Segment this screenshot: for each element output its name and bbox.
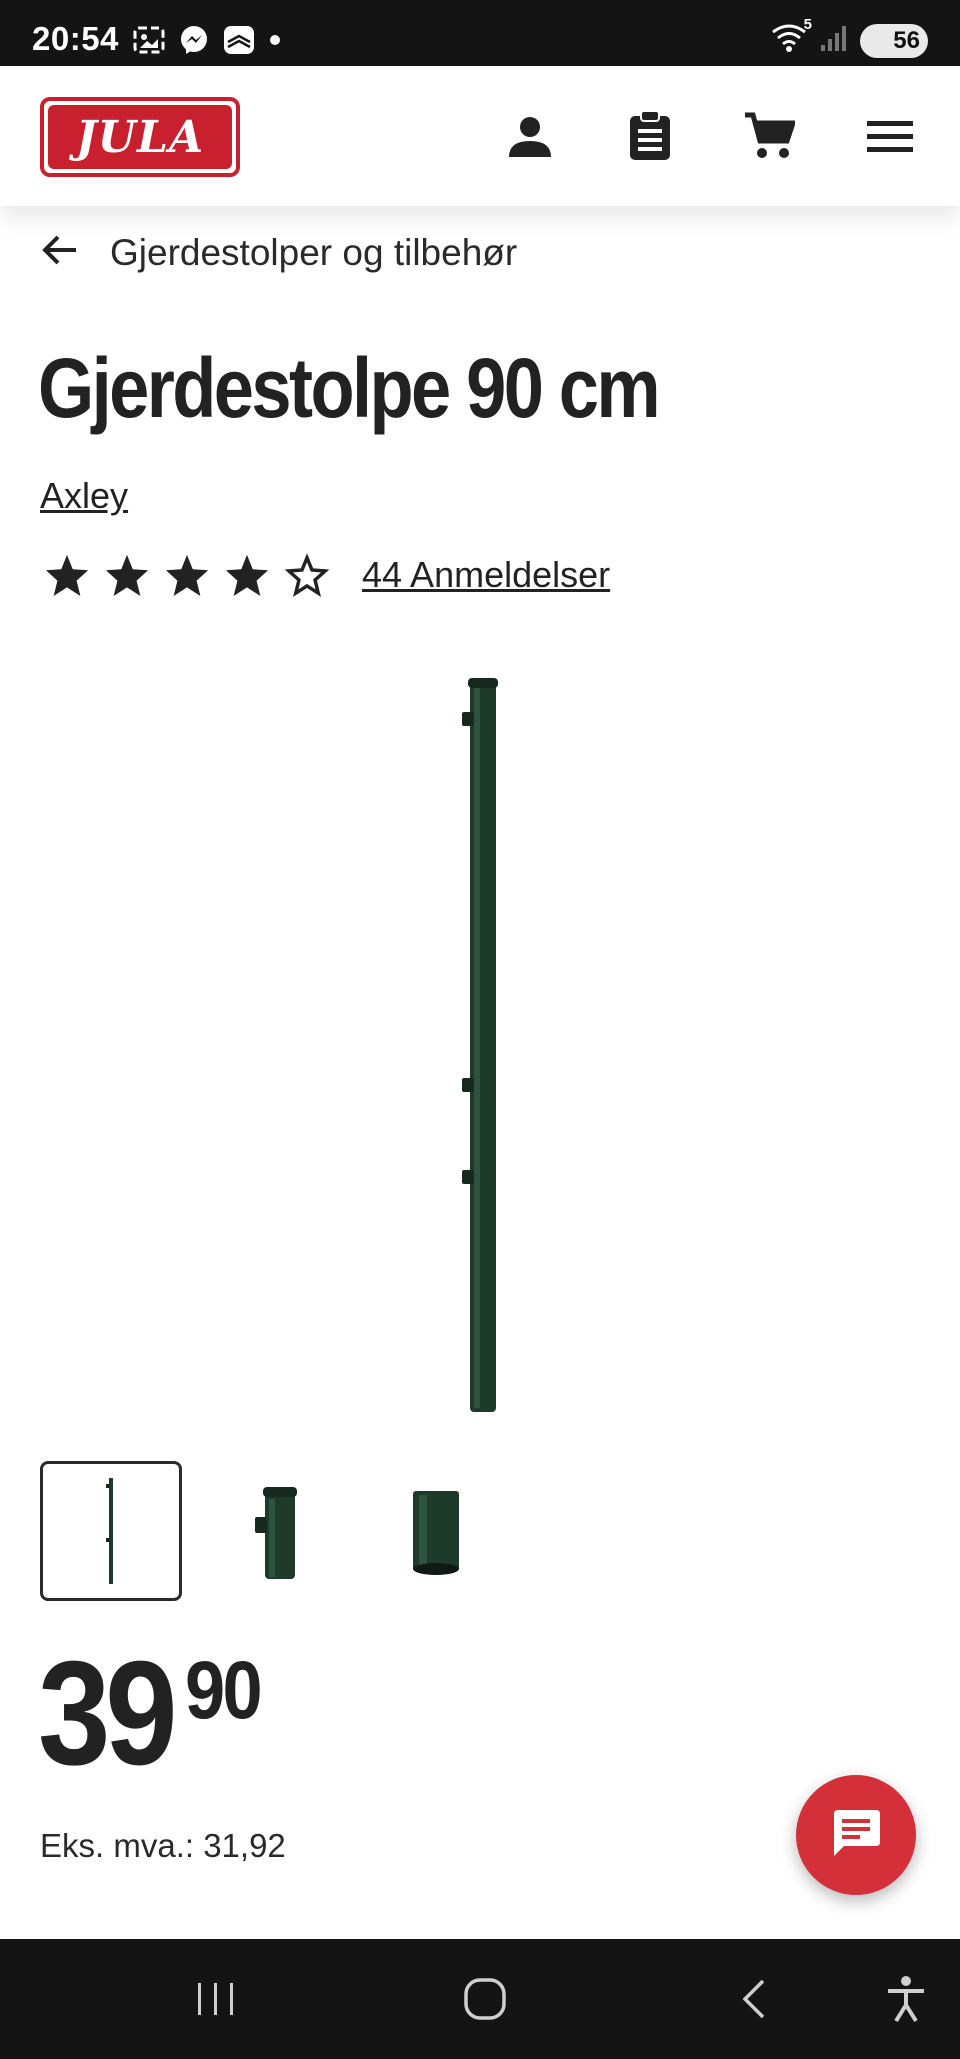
star-filled-icon: [165, 554, 209, 597]
gallery-icon: [132, 25, 166, 60]
clipboard-icon[interactable]: [620, 106, 680, 166]
recents-icon[interactable]: [186, 1974, 246, 2024]
product-title: Gjerdestolpe 90 cm: [38, 341, 661, 435]
app-icon: [222, 24, 256, 61]
cart-icon[interactable]: [739, 106, 799, 166]
battery-level: 56: [893, 26, 920, 54]
jula-logo[interactable]: JULA: [40, 97, 240, 177]
chat-icon: [830, 1808, 882, 1863]
site-header: JULA: [0, 66, 960, 206]
product-rating[interactable]: 44 Anmeldelser: [44, 553, 610, 597]
product-price: 39 90: [38, 1640, 270, 1788]
battery-icon: 56: [860, 23, 928, 58]
star-filled-icon: [105, 554, 149, 597]
wifi-label: 5: [803, 16, 812, 33]
price-ex-vat: Eks. mva.: 31,92: [40, 1827, 286, 1864]
system-nav-bar: [0, 1939, 960, 2059]
reviews-link[interactable]: 44 Anmeldelser: [362, 554, 610, 596]
logo-text: JULA: [48, 105, 232, 169]
star-filled-icon: [225, 554, 269, 597]
dot-icon: [268, 33, 282, 52]
thumbnail-full-post[interactable]: [40, 1461, 182, 1601]
back-arrow-icon[interactable]: [40, 230, 80, 275]
wifi-icon: 5: [770, 16, 812, 59]
home-icon[interactable]: [455, 1974, 515, 2024]
messenger-icon: [178, 24, 210, 61]
star-empty-icon: [284, 553, 330, 597]
back-icon[interactable]: [725, 1974, 785, 2024]
star-filled-icon: [45, 554, 89, 597]
product-image[interactable]: [455, 678, 515, 1415]
thumbnail-post-top[interactable]: [202, 1461, 344, 1601]
price-cents: 90: [184, 1645, 263, 1736]
price-main: 39: [38, 1631, 178, 1796]
breadcrumb-label[interactable]: Gjerdestolper og tilbehør: [110, 232, 517, 274]
breadcrumb[interactable]: Gjerdestolper og tilbehør: [40, 230, 517, 275]
signal-icon: [820, 23, 848, 58]
status-bar: 20:54 5 56: [0, 0, 960, 66]
thumbnail-post-end[interactable]: [364, 1461, 506, 1601]
star-rating: [44, 553, 330, 597]
account-icon[interactable]: [500, 106, 560, 166]
thumbnail-strip: [40, 1461, 506, 1601]
chat-button[interactable]: [796, 1775, 916, 1895]
menu-icon[interactable]: [860, 106, 920, 166]
status-time: 20:54: [32, 20, 119, 57]
accessibility-icon[interactable]: [876, 1974, 936, 2024]
brand-link[interactable]: Axley: [40, 475, 128, 517]
